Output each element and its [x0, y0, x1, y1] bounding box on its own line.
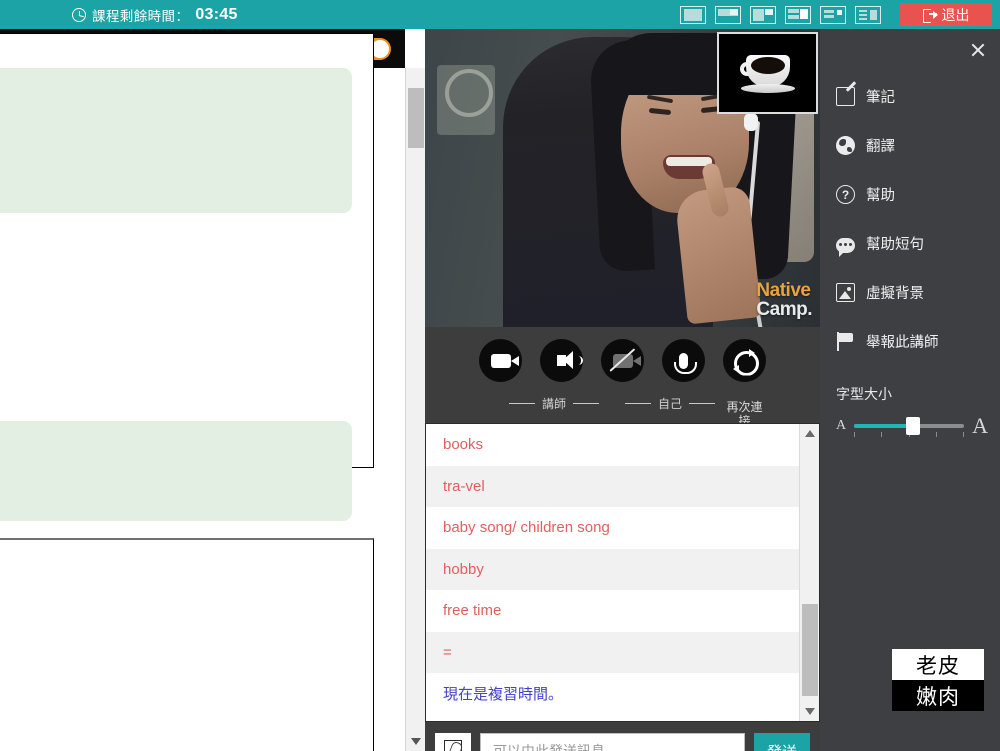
- self-video-thumbnail[interactable]: [717, 32, 818, 114]
- self-camera-button[interactable]: [601, 339, 644, 382]
- font-size-slider[interactable]: A A: [836, 411, 988, 441]
- layout-split-icon[interactable]: [750, 5, 776, 24]
- layout-switcher: 退出: [680, 3, 1000, 26]
- teacher-video[interactable]: Native Camp.: [425, 29, 820, 327]
- globe-icon: [836, 136, 855, 155]
- message-composer: 發送: [425, 722, 820, 751]
- chat-bubble-icon: [836, 238, 855, 257]
- speaker-icon: [557, 351, 583, 369]
- sidebar-item-virtual-background[interactable]: 虛擬背景: [836, 282, 986, 303]
- chat-message: books: [426, 424, 799, 466]
- teacher-camera-button[interactable]: [479, 339, 522, 382]
- chat-scrollbar[interactable]: [799, 424, 819, 721]
- sidebar-item-report-teacher[interactable]: 舉報此講師: [836, 331, 986, 352]
- sidebar-item-help[interactable]: ? 幫助: [836, 184, 986, 205]
- material-highlight-1: [0, 68, 352, 213]
- video-column: Native Camp. 再次連接 講師 自己 books tra-vel ba…: [425, 29, 820, 751]
- lesson-screen: 課程剩餘時間： 03:45 退出 Native Camp. 再次連接 講師 自己…: [0, 0, 1000, 751]
- clock-icon: [72, 7, 86, 22]
- font-size-small-glyph: A: [836, 418, 847, 433]
- note-icon: [836, 87, 855, 106]
- layout-full-icon[interactable]: [680, 5, 706, 24]
- sidebar-item-label: 幫助短句: [866, 237, 924, 253]
- sidebar-item-label: 翻譯: [866, 139, 895, 155]
- teacher-group-label: 講師: [509, 395, 600, 412]
- top-header-bar: 課程剩餘時間： 03:45 退出: [0, 0, 1000, 29]
- reconnect-button[interactable]: [723, 339, 766, 382]
- layout-pip-icon[interactable]: [715, 5, 741, 24]
- flag-icon: [836, 332, 855, 351]
- watermark-line-2: Camp.: [756, 299, 812, 320]
- self-group-label: 自己: [625, 395, 716, 412]
- teacher-speaker-button[interactable]: [540, 339, 583, 382]
- native-camp-watermark: Native Camp.: [756, 281, 812, 319]
- material-card-2: [0, 538, 374, 751]
- chat-panel: books tra-vel baby song/ children song h…: [425, 423, 820, 722]
- message-input[interactable]: [480, 733, 745, 751]
- sidebar-item-help-phrases[interactable]: 幫助短句: [836, 233, 986, 257]
- material-page: [0, 33, 405, 751]
- teacher-group-text: 講師: [542, 397, 567, 411]
- chat-message: 現在是複習時間。: [426, 673, 799, 715]
- chat-message: free time: [426, 590, 799, 632]
- font-size-large-glyph: A: [972, 413, 988, 438]
- exit-button[interactable]: 退出: [900, 3, 992, 26]
- attachment-icon: [444, 740, 462, 751]
- layout-sidebar-left-icon[interactable]: [785, 5, 811, 24]
- sidebar-item-notes[interactable]: 筆記: [836, 86, 986, 107]
- image-icon: [836, 283, 855, 302]
- remaining-time: 課程剩餘時間： 03:45: [72, 5, 238, 25]
- layout-columns-icon[interactable]: [855, 5, 881, 24]
- sidebar-item-label: 幫助: [866, 188, 895, 204]
- send-button[interactable]: 發送: [754, 733, 810, 751]
- sidebar-item-label: 筆記: [866, 90, 895, 106]
- sidebar-item-label: 舉報此講師: [866, 335, 939, 351]
- overlay-badge-bottom: 嫩肉: [892, 680, 984, 711]
- watermark-line-1: Native: [756, 280, 811, 301]
- self-mic-button[interactable]: [662, 339, 705, 382]
- remaining-time-label: 課程剩餘時間：: [92, 8, 190, 24]
- sidebar-item-translation[interactable]: 翻譯: [836, 135, 986, 156]
- coffee-cup-image: [739, 51, 796, 95]
- scroll-up-arrow-icon[interactable]: [805, 430, 815, 437]
- font-size-knob[interactable]: [905, 417, 920, 435]
- wall-decor: [437, 65, 495, 135]
- font-size-track[interactable]: [854, 417, 965, 437]
- overlay-badge: 老皮 嫩肉: [892, 649, 984, 711]
- help-circle-icon: ?: [836, 185, 855, 204]
- exit-icon: [922, 8, 938, 23]
- attachment-button[interactable]: [435, 733, 471, 751]
- self-group-text: 自己: [658, 397, 683, 411]
- scroll-down-arrow-icon[interactable]: [411, 738, 421, 745]
- video-controls-bar: 再次連接 講師 自己: [425, 327, 820, 428]
- overlay-badge-top: 老皮: [892, 649, 984, 680]
- chat-message: tra-vel: [426, 465, 799, 507]
- scroll-down-arrow-icon[interactable]: [805, 708, 815, 715]
- chat-scrollbar-thumb[interactable]: [802, 604, 818, 696]
- chat-message: =: [426, 631, 799, 673]
- remaining-time-value: 03:45: [195, 5, 238, 23]
- font-size-fill: [854, 424, 913, 428]
- refresh-icon: [733, 348, 755, 373]
- material-highlight-2: [0, 421, 352, 521]
- close-icon[interactable]: [970, 42, 986, 58]
- font-size-label: 字型大小: [836, 386, 892, 402]
- layout-text-icon[interactable]: [820, 5, 846, 24]
- chat-message: baby song/ children song: [426, 507, 799, 549]
- camera-icon: [490, 353, 519, 368]
- material-scrollbar[interactable]: [405, 68, 425, 751]
- material-scrollbar-thumb[interactable]: [408, 88, 424, 148]
- teacher-figure: [503, 33, 800, 327]
- microphone-icon: [674, 352, 697, 374]
- lesson-material-panel: 顯示翻譯: [0, 29, 425, 751]
- exit-button-label: 退出: [941, 6, 970, 23]
- tools-sidebar: 筆記 翻譯 ? 幫助 幫助短句 虛擬背景 舉報此講師 字型大小 A A 老皮 嫩…: [820, 29, 1000, 751]
- chat-message-list: books tra-vel baby song/ children song h…: [426, 424, 799, 721]
- sidebar-item-label: 虛擬背景: [866, 286, 924, 302]
- chat-message: hobby: [426, 548, 799, 590]
